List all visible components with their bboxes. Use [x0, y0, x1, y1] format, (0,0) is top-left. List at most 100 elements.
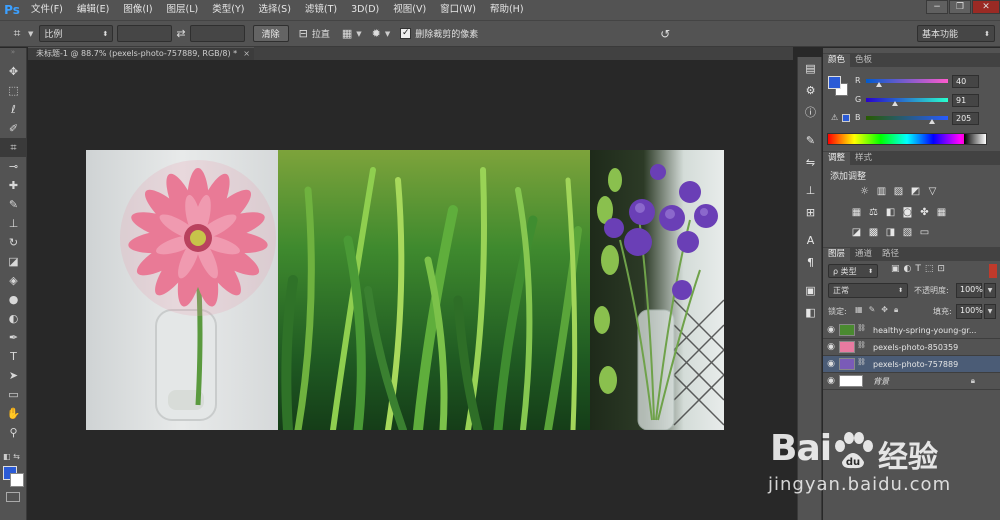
color-lookup-icon[interactable]: ▦ — [933, 205, 950, 219]
posterize-icon[interactable]: ▩ — [865, 225, 882, 239]
eye-icon[interactable]: ◉ — [823, 325, 839, 335]
vibrance-icon[interactable]: ▽ — [924, 184, 941, 198]
layer-name[interactable]: pexels-photo-757889 — [873, 360, 958, 369]
green-value-field[interactable]: 91 — [952, 94, 979, 107]
settings-gear-icon[interactable]: ✹ — [372, 27, 381, 40]
paragraph-icon[interactable]: ¶ — [798, 251, 823, 273]
background-color-swatch[interactable] — [10, 473, 24, 487]
rectangle-tool-icon[interactable]: ▭ — [0, 385, 27, 404]
lock-paint-icon[interactable]: ✎ — [869, 305, 876, 315]
fill-arrow-icon[interactable]: ▼ — [984, 304, 996, 319]
black-white-icon[interactable]: ◧ — [882, 205, 899, 219]
clone-source-icon[interactable]: ⊥ — [798, 179, 823, 201]
close-window-button[interactable]: ✕ — [972, 0, 1000, 14]
layer-filter-select[interactable]: ρ 类型 ⬍ — [828, 264, 878, 278]
brush-settings-icon[interactable]: ⇋ — [798, 151, 823, 173]
layer-comps-icon[interactable]: ◧ — [798, 301, 823, 323]
layer-row-background[interactable]: ◉ 背景 🔒︎ — [823, 373, 1000, 390]
eye-icon[interactable]: ◉ — [823, 376, 839, 386]
tab-layers[interactable]: 图层 — [823, 248, 851, 261]
history-brush-tool-icon[interactable]: ↻ — [0, 233, 27, 252]
curves-icon[interactable]: ▨ — [890, 184, 907, 198]
hue-saturation-icon[interactable]: ▦ — [848, 205, 865, 219]
menu-filter[interactable]: 滤镜(T) — [298, 0, 344, 20]
photo-filter-icon[interactable]: ◙ — [899, 205, 916, 219]
info-icon[interactable]: ⓘ — [798, 101, 823, 123]
opacity-field[interactable]: 100% — [956, 283, 983, 298]
blue-value-field[interactable]: 205 — [952, 112, 979, 125]
channel-mixer-icon[interactable]: ✤ — [916, 205, 933, 219]
lock-transparent-icon[interactable]: ▦ — [855, 305, 863, 315]
exposure-icon[interactable]: ◩ — [907, 184, 924, 198]
tab-color[interactable]: 颜色 — [823, 54, 851, 67]
tab-adjustments[interactable]: 调整 — [823, 152, 851, 165]
swap-icon[interactable]: ⇄ — [176, 27, 185, 40]
paint-bucket-tool-icon[interactable]: ◈ — [0, 271, 27, 290]
dodge-tool-icon[interactable]: ◐ — [0, 309, 27, 328]
minimize-button[interactable]: − — [926, 0, 948, 14]
settings-arrow-icon[interactable]: ▼ — [385, 30, 390, 38]
brush-tool-icon[interactable]: ✎ — [0, 195, 27, 214]
red-slider-thumb[interactable] — [875, 82, 882, 87]
menu-type[interactable]: 类型(Y) — [205, 0, 251, 20]
panel-grip-icon[interactable]: » — [0, 48, 26, 62]
filter-toggle[interactable] — [989, 264, 997, 278]
tab-styles[interactable]: 样式 — [850, 152, 877, 165]
layer-name[interactable]: 背景 — [873, 376, 889, 387]
zoom-tool-icon[interactable]: ⚲ — [0, 423, 27, 442]
pen-tool-icon[interactable]: ✒ — [0, 328, 27, 347]
delete-cropped-checkbox[interactable]: ✓ — [400, 28, 412, 39]
eyedropper-tool-icon[interactable]: ⊸ — [0, 157, 27, 176]
menu-image[interactable]: 图像(I) — [116, 0, 159, 20]
filter-type-icon[interactable]: T — [915, 264, 921, 274]
selective-color-icon[interactable]: ▧ — [899, 225, 916, 239]
overlay-arrow-icon[interactable]: ▼ — [356, 30, 361, 38]
menu-edit[interactable]: 编辑(E) — [70, 0, 116, 20]
tool-presets-icon[interactable]: ⊞ — [798, 201, 823, 223]
layer-row[interactable]: ◉ ⛓ pexels-photo-850359 — [823, 339, 1000, 356]
tab-paths[interactable]: 路径 — [877, 248, 904, 261]
reset-icon[interactable]: ↺ — [660, 27, 670, 41]
filter-shape-icon[interactable]: ⬚ — [925, 264, 934, 274]
lock-all-icon[interactable]: 🔒︎ — [894, 305, 898, 315]
threshold-icon[interactable]: ◨ — [882, 225, 899, 239]
levels-icon[interactable]: ▥ — [873, 184, 890, 198]
blur-tool-icon[interactable]: ● — [0, 290, 27, 309]
move-tool-icon[interactable]: ✥ — [0, 62, 27, 81]
filter-adjustment-icon[interactable]: ◐ — [904, 264, 912, 274]
fill-field[interactable]: 100% — [956, 304, 983, 319]
layer-row[interactable]: ◉ ⛓ healthy-spring-young-gr... — [823, 322, 1000, 339]
close-tab-icon[interactable]: × — [243, 48, 250, 60]
document-tab[interactable]: 未标题-1 @ 88.7% (pexels-photo-757889, RGB/… — [28, 47, 254, 60]
healing-brush-tool-icon[interactable]: ✚ — [0, 176, 27, 195]
menu-3d[interactable]: 3D(D) — [344, 0, 386, 20]
eye-icon[interactable]: ◉ — [823, 359, 839, 369]
eye-icon[interactable]: ◉ — [823, 342, 839, 352]
workspace-select[interactable]: 基本功能 ⬍ — [917, 25, 995, 42]
layer-row-selected[interactable]: ◉ ⛓ pexels-photo-757889 — [823, 356, 1000, 373]
tab-swatches[interactable]: 色板 — [850, 54, 877, 67]
blend-mode-select[interactable]: 正常 ⬍ — [828, 283, 908, 298]
blue-slider-track[interactable] — [866, 116, 948, 120]
lock-position-icon[interactable]: ✥ — [881, 305, 888, 315]
quick-mask-icon[interactable] — [6, 492, 20, 502]
color-balance-icon[interactable]: ⚖ — [865, 205, 882, 219]
ratio-select[interactable]: 比例 ⬍ — [39, 25, 114, 42]
history-icon[interactable]: ▤ — [798, 57, 823, 79]
menu-help[interactable]: 帮助(H) — [483, 0, 531, 20]
layer-name[interactable]: healthy-spring-young-gr... — [873, 326, 976, 335]
clear-button[interactable]: 清除 — [252, 25, 289, 42]
crop-icon[interactable]: ⌗ — [6, 25, 28, 43]
green-slider-track[interactable] — [866, 98, 948, 102]
menu-file[interactable]: 文件(F) — [24, 0, 70, 20]
overlay-grid-icon[interactable]: ▦ — [342, 27, 352, 40]
gamut-warning-icon[interactable]: ⚠ — [831, 113, 838, 122]
ratio-width-field[interactable] — [117, 25, 173, 42]
app-logo[interactable]: Ps — [0, 0, 24, 20]
menu-select[interactable]: 选择(S) — [251, 0, 297, 20]
crop-tool-icon[interactable]: ⌗ — [0, 138, 27, 157]
opacity-arrow-icon[interactable]: ▼ — [984, 283, 996, 298]
red-value-field[interactable]: 40 — [952, 75, 979, 88]
color-spectrum-bar[interactable] — [827, 133, 987, 145]
menu-layer[interactable]: 图层(L) — [160, 0, 206, 20]
